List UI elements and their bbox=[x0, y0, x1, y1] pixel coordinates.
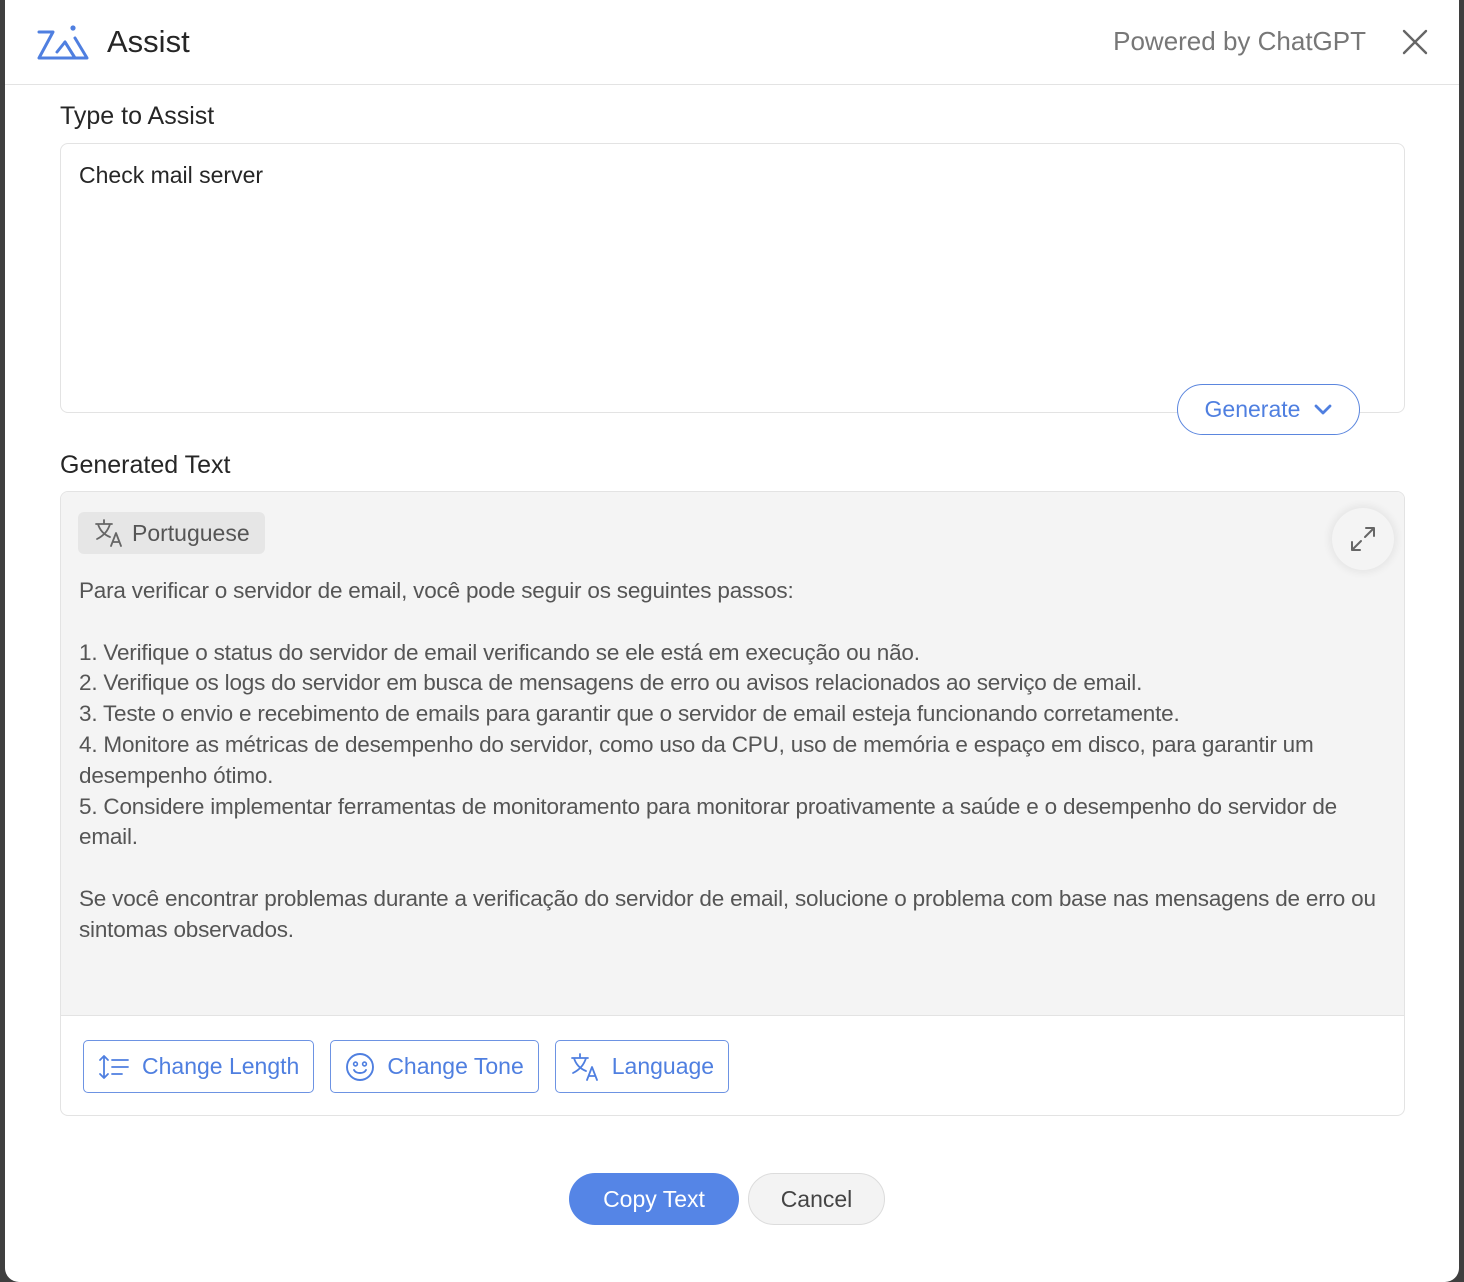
smiley-icon bbox=[346, 1052, 375, 1081]
language-chip-label: Portuguese bbox=[132, 519, 250, 546]
expand-button[interactable] bbox=[1332, 508, 1394, 570]
type-to-assist-label: Type to Assist bbox=[60, 102, 215, 130]
translate-icon bbox=[95, 519, 122, 547]
language-button[interactable]: Language bbox=[554, 1040, 730, 1093]
language-label: Language bbox=[611, 1053, 715, 1079]
generate-button[interactable]: Generate bbox=[1177, 384, 1360, 435]
change-tone-button[interactable]: Change Tone bbox=[330, 1040, 539, 1093]
generated-text-panel: Portuguese Para verificar o servidor de … bbox=[60, 491, 1405, 1116]
generated-text-content: Para verificar o servidor de email, você… bbox=[79, 578, 1376, 942]
zia-logo-icon bbox=[37, 25, 89, 60]
chevron-down-icon bbox=[1315, 404, 1332, 414]
change-tone-label: Change Tone bbox=[387, 1053, 524, 1079]
cancel-button[interactable]: Cancel bbox=[748, 1173, 885, 1225]
change-length-label: Change Length bbox=[142, 1053, 300, 1079]
change-length-button[interactable]: Change Length bbox=[83, 1040, 315, 1093]
modal-header: Assist Powered by ChatGPT bbox=[5, 0, 1459, 85]
assist-prompt-input[interactable]: Check mail server bbox=[60, 143, 1405, 413]
modal-title: Assist bbox=[107, 24, 190, 59]
language-chip: Portuguese bbox=[78, 512, 265, 554]
generate-label: Generate bbox=[1204, 396, 1301, 422]
refine-actions: Change Length Change Tone Language bbox=[83, 1040, 730, 1093]
assist-prompt-value[interactable]: Check mail server bbox=[79, 160, 263, 190]
assist-modal: Assist Powered by ChatGPT Type to Assist… bbox=[5, 0, 1459, 1282]
generated-text-area: Portuguese Para verificar o servidor de … bbox=[61, 492, 1404, 1016]
expand-icon bbox=[1351, 527, 1375, 551]
translate-icon bbox=[570, 1052, 598, 1081]
copy-text-button[interactable]: Copy Text bbox=[569, 1173, 739, 1225]
text-length-icon bbox=[99, 1054, 129, 1079]
close-icon[interactable] bbox=[1401, 28, 1429, 56]
powered-by-label: Powered by ChatGPT bbox=[1113, 26, 1366, 56]
generated-text-label: Generated Text bbox=[60, 451, 231, 479]
